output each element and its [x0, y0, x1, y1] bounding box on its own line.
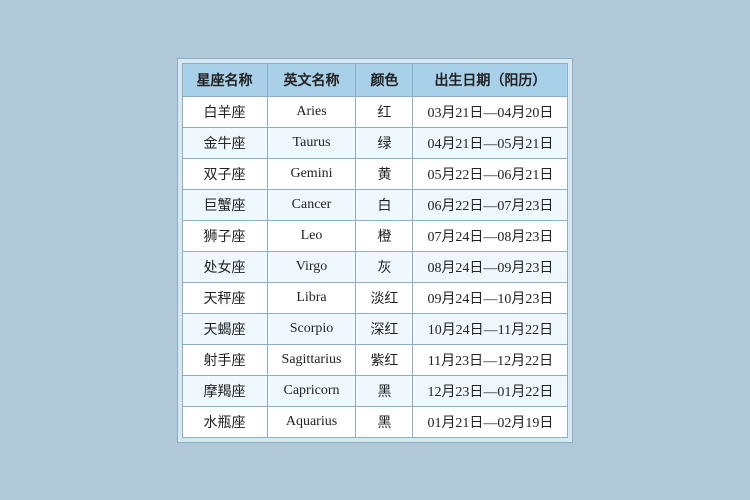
cell-1-3: 04月21日—05月21日 [413, 127, 568, 158]
table-row: 射手座Sagittarius紫红11月23日—12月22日 [182, 344, 568, 375]
header-english-name: 英文名称 [267, 63, 356, 96]
cell-7-2: 深红 [356, 313, 413, 344]
cell-1-1: Taurus [267, 127, 356, 158]
cell-0-1: Aries [267, 96, 356, 127]
cell-1-2: 绿 [356, 127, 413, 158]
cell-0-2: 红 [356, 96, 413, 127]
header-color: 颜色 [356, 63, 413, 96]
cell-9-0: 摩羯座 [182, 375, 267, 406]
cell-10-3: 01月21日—02月19日 [413, 406, 568, 437]
cell-10-2: 黑 [356, 406, 413, 437]
table-row: 金牛座Taurus绿04月21日—05月21日 [182, 127, 568, 158]
zodiac-table-container: 星座名称 英文名称 颜色 出生日期（阳历） 白羊座Aries红03月21日—04… [177, 58, 574, 443]
cell-6-2: 淡红 [356, 282, 413, 313]
cell-0-3: 03月21日—04月20日 [413, 96, 568, 127]
cell-7-0: 天蝎座 [182, 313, 267, 344]
cell-2-1: Gemini [267, 158, 356, 189]
table-row: 天蝎座Scorpio深红10月24日—11月22日 [182, 313, 568, 344]
cell-3-3: 06月22日—07月23日 [413, 189, 568, 220]
table-row: 摩羯座Capricorn黑12月23日—01月22日 [182, 375, 568, 406]
cell-5-0: 处女座 [182, 251, 267, 282]
header-birth-date: 出生日期（阳历） [413, 63, 568, 96]
cell-5-1: Virgo [267, 251, 356, 282]
cell-3-0: 巨蟹座 [182, 189, 267, 220]
header-chinese-name: 星座名称 [182, 63, 267, 96]
table-row: 水瓶座Aquarius黑01月21日—02月19日 [182, 406, 568, 437]
table-header-row: 星座名称 英文名称 颜色 出生日期（阳历） [182, 63, 568, 96]
cell-4-2: 橙 [356, 220, 413, 251]
cell-8-2: 紫红 [356, 344, 413, 375]
cell-8-0: 射手座 [182, 344, 267, 375]
cell-9-3: 12月23日—01月22日 [413, 375, 568, 406]
cell-6-3: 09月24日—10月23日 [413, 282, 568, 313]
cell-8-1: Sagittarius [267, 344, 356, 375]
table-row: 天秤座Libra淡红09月24日—10月23日 [182, 282, 568, 313]
cell-4-1: Leo [267, 220, 356, 251]
cell-3-1: Cancer [267, 189, 356, 220]
cell-10-1: Aquarius [267, 406, 356, 437]
cell-5-3: 08月24日—09月23日 [413, 251, 568, 282]
cell-2-2: 黄 [356, 158, 413, 189]
cell-7-1: Scorpio [267, 313, 356, 344]
cell-2-0: 双子座 [182, 158, 267, 189]
table-row: 双子座Gemini黄05月22日—06月21日 [182, 158, 568, 189]
cell-9-2: 黑 [356, 375, 413, 406]
zodiac-table: 星座名称 英文名称 颜色 出生日期（阳历） 白羊座Aries红03月21日—04… [182, 63, 569, 438]
table-row: 白羊座Aries红03月21日—04月20日 [182, 96, 568, 127]
cell-1-0: 金牛座 [182, 127, 267, 158]
cell-6-0: 天秤座 [182, 282, 267, 313]
cell-2-3: 05月22日—06月21日 [413, 158, 568, 189]
cell-4-3: 07月24日—08月23日 [413, 220, 568, 251]
cell-3-2: 白 [356, 189, 413, 220]
cell-9-1: Capricorn [267, 375, 356, 406]
cell-8-3: 11月23日—12月22日 [413, 344, 568, 375]
cell-6-1: Libra [267, 282, 356, 313]
table-body: 白羊座Aries红03月21日—04月20日金牛座Taurus绿04月21日—0… [182, 96, 568, 437]
cell-10-0: 水瓶座 [182, 406, 267, 437]
table-row: 巨蟹座Cancer白06月22日—07月23日 [182, 189, 568, 220]
cell-4-0: 狮子座 [182, 220, 267, 251]
table-row: 处女座Virgo灰08月24日—09月23日 [182, 251, 568, 282]
table-row: 狮子座Leo橙07月24日—08月23日 [182, 220, 568, 251]
cell-5-2: 灰 [356, 251, 413, 282]
cell-0-0: 白羊座 [182, 96, 267, 127]
cell-7-3: 10月24日—11月22日 [413, 313, 568, 344]
